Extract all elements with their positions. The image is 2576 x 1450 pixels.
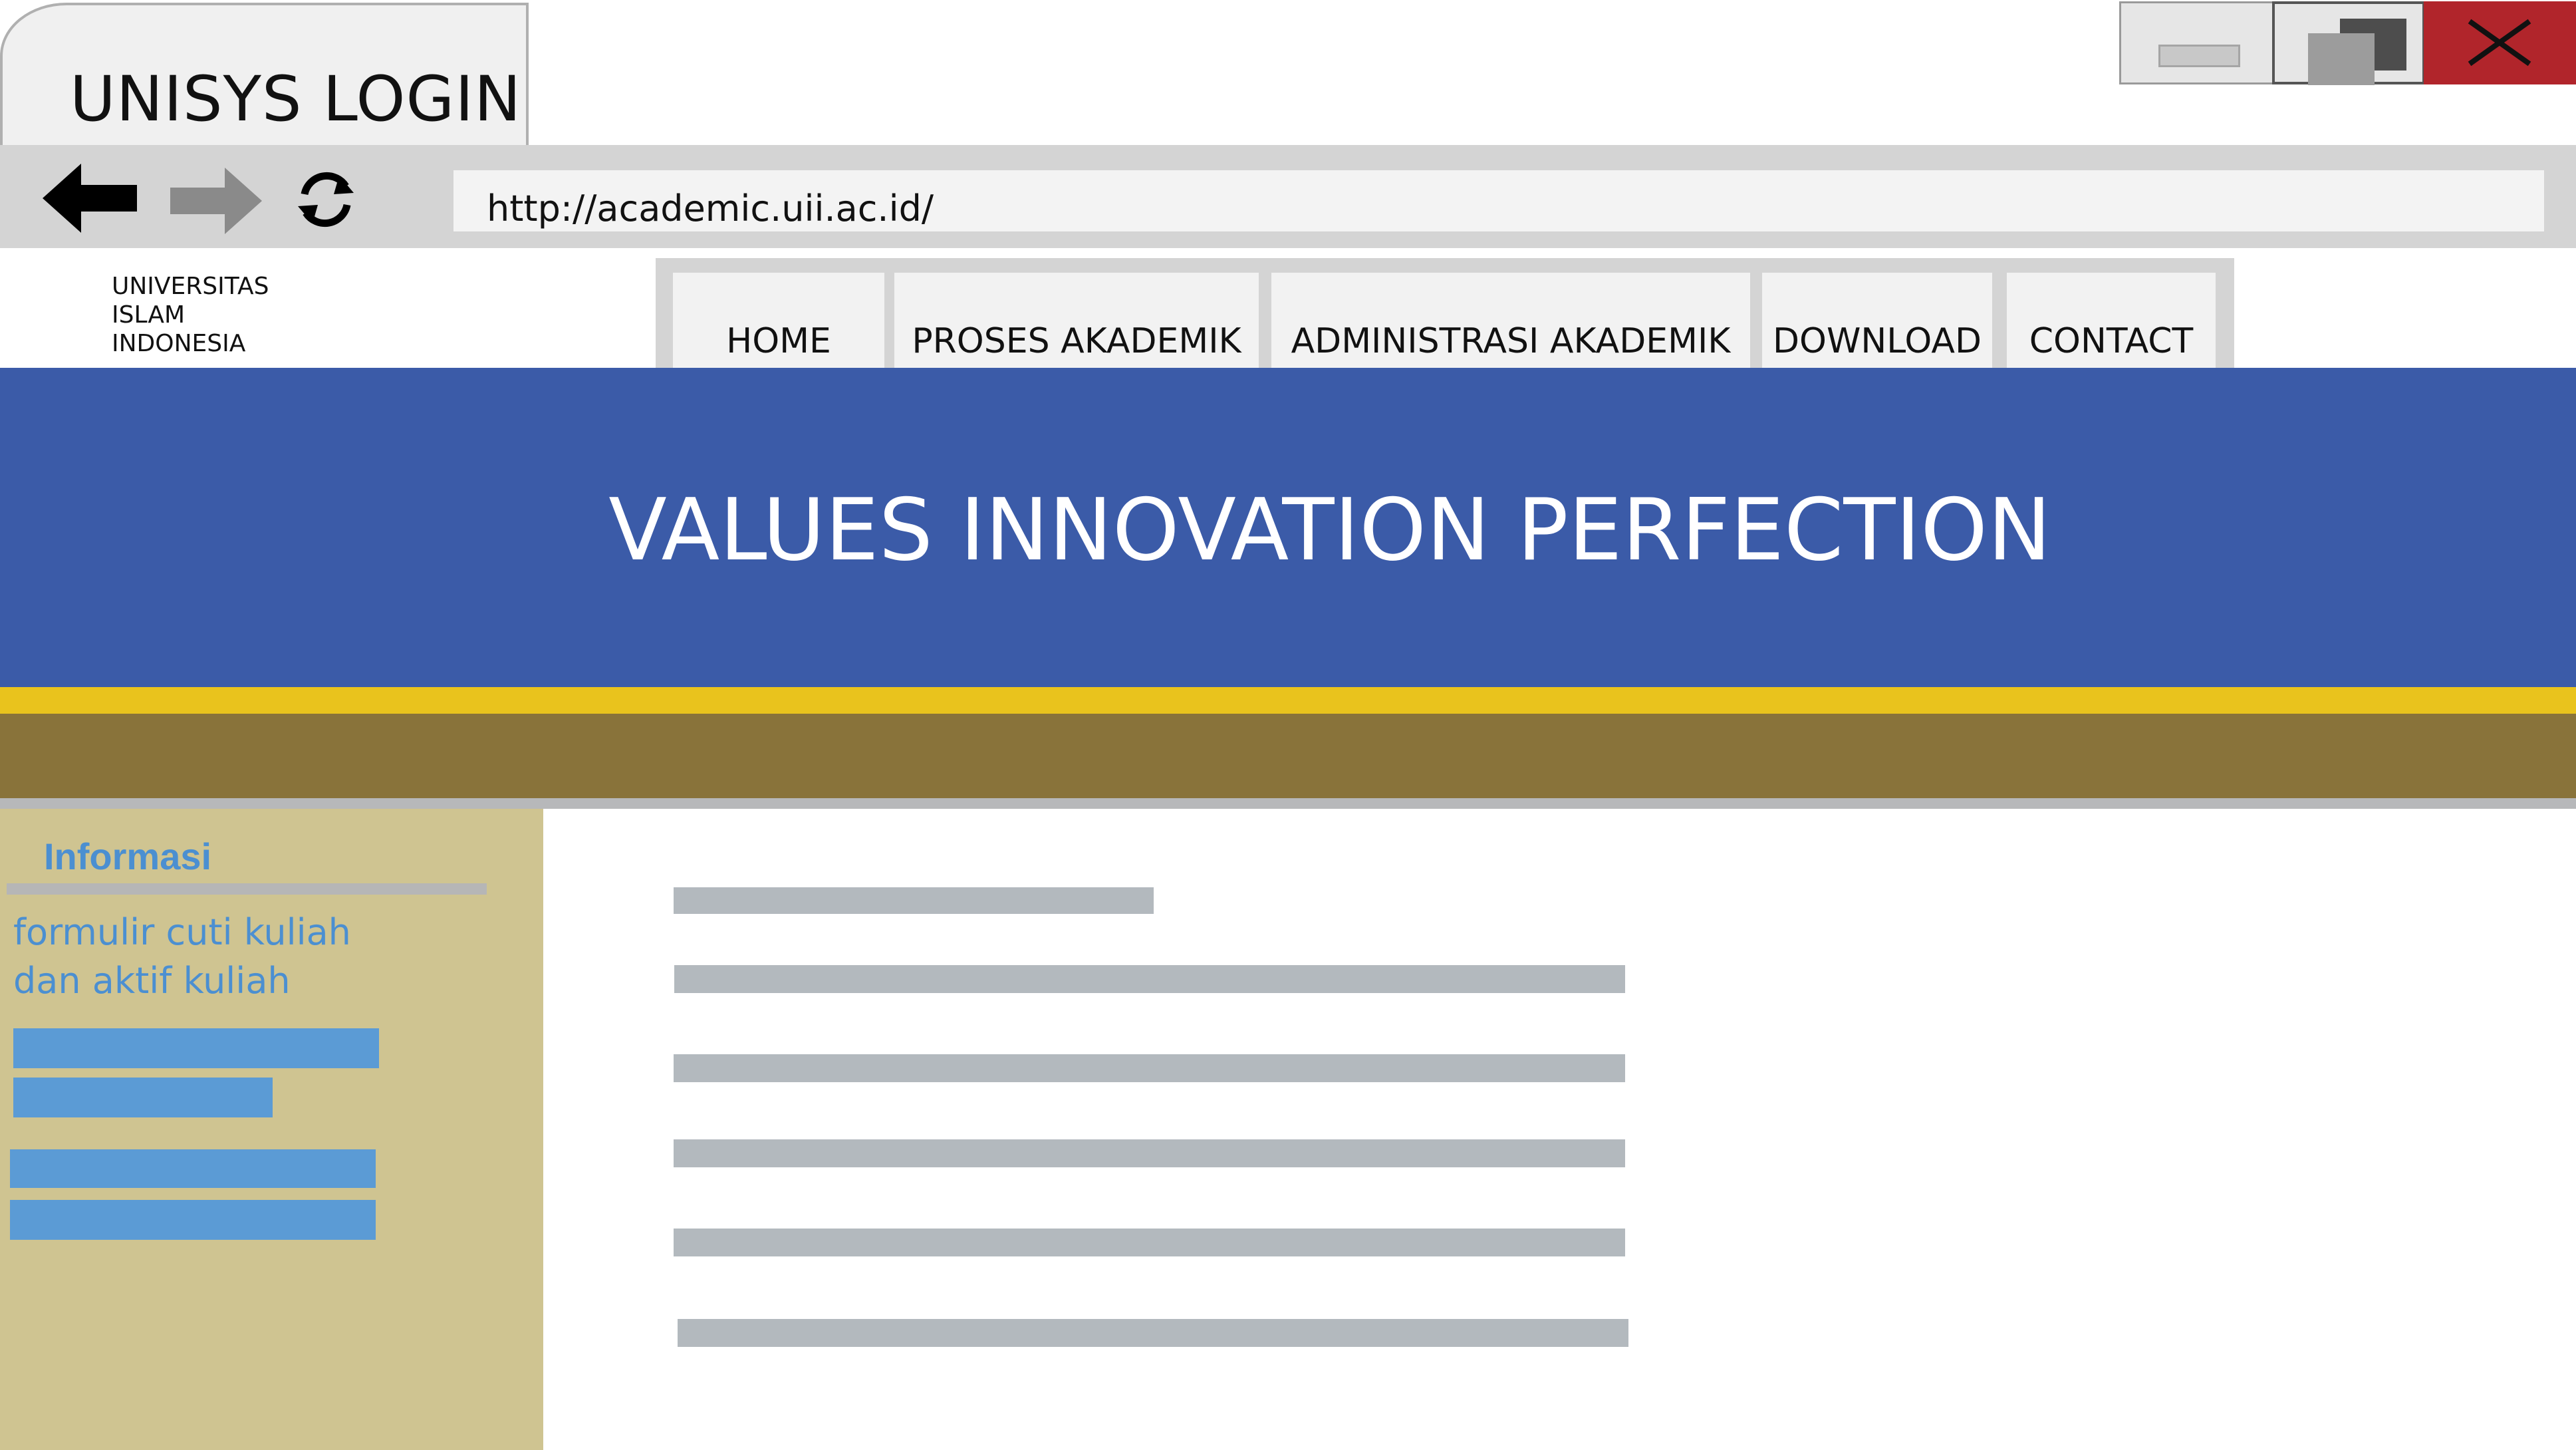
tab-title: UNISYS LOGIN <box>70 63 522 136</box>
restore-button[interactable] <box>2272 1 2425 85</box>
accent-band-olive <box>0 714 2576 798</box>
sidebar-link-placeholder[interactable] <box>10 1200 376 1240</box>
arrow-right-icon[interactable] <box>170 168 262 234</box>
minimize-button[interactable] <box>2119 1 2274 84</box>
nav-contact[interactable]: CONTACT <box>2007 273 2216 368</box>
content-line-placeholder <box>674 1054 1625 1082</box>
logo-line-1: UNIVERSITAS <box>112 273 269 300</box>
sidebar-link-placeholder[interactable] <box>10 1149 376 1188</box>
content-line-placeholder <box>674 1229 1625 1256</box>
content-heading-placeholder <box>674 887 1154 914</box>
nav-administrasi-akademik[interactable]: ADMINISTRASI AKADEMIK <box>1271 273 1750 368</box>
restore-icon-front <box>2308 33 2375 85</box>
nav-download[interactable]: DOWNLOAD <box>1762 273 1992 368</box>
close-button[interactable] <box>2424 1 2576 84</box>
content-line-placeholder <box>674 1139 1625 1167</box>
content-line-placeholder <box>674 965 1625 993</box>
accent-band-yellow <box>0 687 2576 714</box>
sidebar-divider <box>7 883 487 895</box>
address-bar-url: http://academic.uii.ac.id/ <box>487 188 934 229</box>
logo-line-2: ISLAM <box>112 301 186 329</box>
logo-line-3: INDONESIA <box>112 330 246 357</box>
hero-title: VALUES INNOVATION PERFECTION <box>608 481 2051 580</box>
nav-proses-akademik[interactable]: PROSES AKADEMIK <box>894 273 1259 368</box>
minimize-icon <box>2158 45 2240 67</box>
sidebar-link-placeholder[interactable] <box>13 1078 273 1117</box>
sidebar <box>0 809 543 1450</box>
sidebar-link-line-1[interactable]: formulir cuti kuliah <box>13 911 351 953</box>
accent-band-gray <box>0 798 2576 809</box>
arrow-left-icon[interactable] <box>43 164 137 233</box>
close-icon <box>2468 19 2531 67</box>
reload-icon[interactable] <box>293 166 359 233</box>
sidebar-title: Informasi <box>44 835 212 877</box>
content-line-placeholder <box>678 1319 1628 1347</box>
sidebar-link-line-2[interactable]: dan aktif kuliah <box>13 960 291 1002</box>
nav-home[interactable]: HOME <box>673 273 884 368</box>
sidebar-link-placeholder[interactable] <box>13 1028 379 1068</box>
